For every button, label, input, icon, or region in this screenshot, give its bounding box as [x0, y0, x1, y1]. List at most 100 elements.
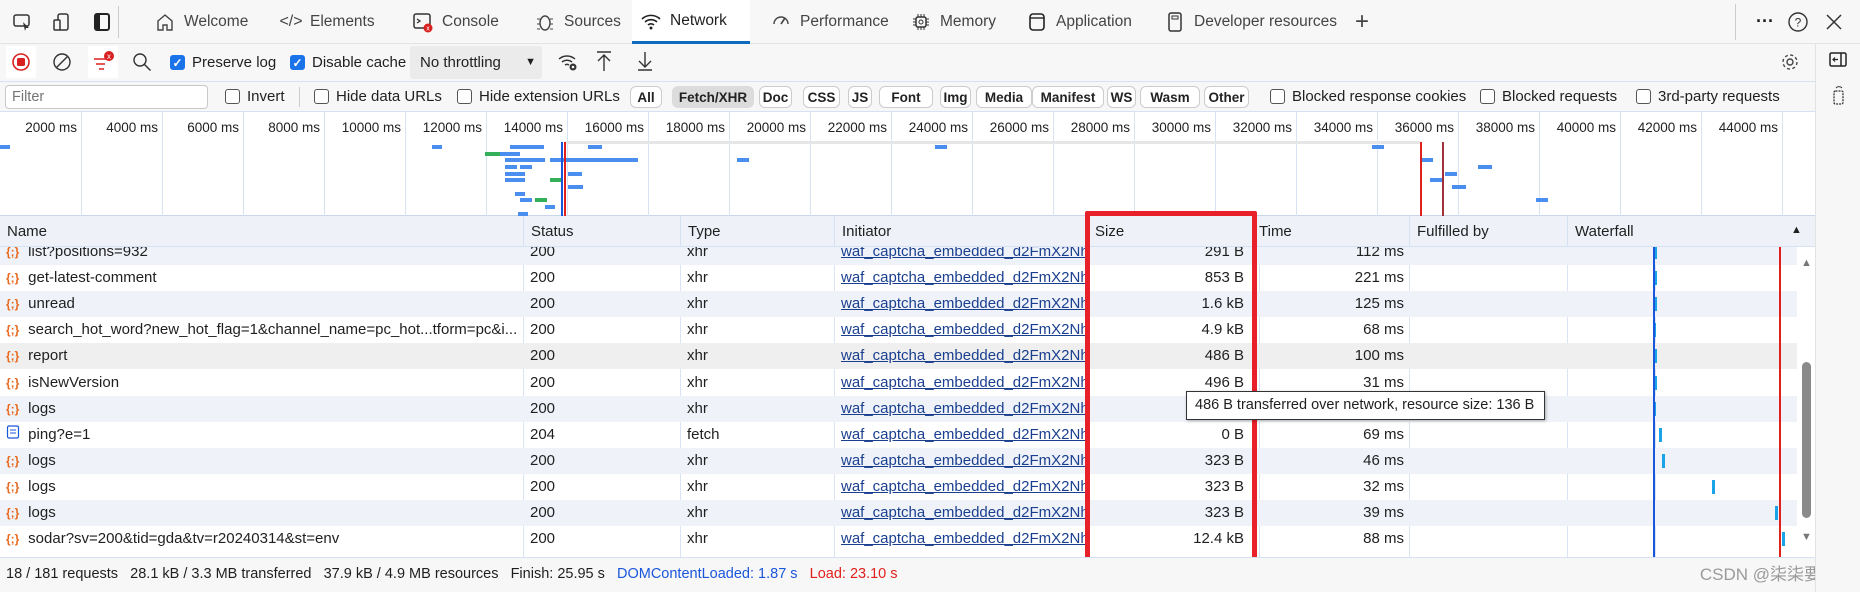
search-icon[interactable] [131, 51, 153, 73]
filter-clear-icon[interactable]: x [88, 46, 118, 78]
request-name-cell[interactable]: {;} sodar?sv=200&tid=gda&tv=r20240314&st… [6, 526, 518, 552]
checkbox-icon[interactable] [314, 89, 329, 104]
inspect-element-icon[interactable] [11, 11, 33, 33]
column-header-status[interactable]: Status [523, 216, 680, 247]
disable-cache-checkbox[interactable]: ✓ Disable cache [290, 54, 406, 71]
checkbox-icon[interactable] [1636, 89, 1651, 104]
export-har-icon[interactable] [634, 50, 656, 72]
network-conditions-icon[interactable] [557, 51, 579, 73]
close-icon[interactable] [1823, 11, 1845, 33]
blocked-requests-checkbox[interactable]: Blocked requests [1480, 88, 1617, 105]
initiator-link[interactable]: waf_captcha_embedded_d2FmX2Nh... [841, 526, 1085, 552]
request-name-cell[interactable]: {;} report [6, 343, 518, 369]
tab-memory[interactable]: Memory [900, 0, 1006, 44]
settings-gear-icon[interactable] [1779, 51, 1801, 73]
column-header-initiator[interactable]: Initiator [834, 216, 1087, 247]
table-row[interactable]: ping?e=1 204 fetch waf_captcha_embedded_d2F… [0, 422, 1797, 448]
checkbox-checked-icon[interactable]: ✓ [170, 55, 185, 70]
scroll-up-icon[interactable]: ▲ [1801, 257, 1812, 269]
import-har-icon[interactable] [593, 50, 615, 72]
request-name-cell[interactable]: {;} isNewVersion [6, 370, 518, 396]
sort-ascending-icon[interactable]: ▲ [1791, 224, 1802, 236]
table-row[interactable]: {;} sodar?sv=200&tid=gda&tv=r20240314&st… [0, 526, 1797, 552]
table-row[interactable]: {;} logs 200 xhr waf_captcha_embedded_d2FmX… [0, 500, 1797, 527]
add-tab-icon[interactable]: + [1351, 8, 1373, 35]
record-stop-icon[interactable] [6, 46, 36, 78]
column-header-name[interactable]: Name [0, 216, 523, 247]
scrollbar-thumb[interactable] [1802, 362, 1811, 518]
network-overview-timeline[interactable]: 2000 ms 4000 ms 6000 ms 8000 ms 10000 ms 1200… [0, 112, 1815, 236]
type-filter-doc[interactable]: Doc [759, 86, 792, 108]
device-rotate-icon[interactable] [1827, 84, 1849, 106]
initiator-link[interactable]: waf_captcha_embedded_d2FmX2Nh... [841, 396, 1085, 422]
type-filter-media[interactable]: Media [976, 86, 1032, 108]
checkbox-icon[interactable] [1270, 89, 1285, 104]
request-name-cell[interactable]: {;} logs [6, 474, 518, 500]
tab-performance[interactable]: Performance [760, 0, 899, 44]
request-name-cell[interactable]: {;} logs [6, 396, 518, 422]
tab-sources[interactable]: Sources [524, 0, 631, 44]
checkbox-icon[interactable] [225, 89, 240, 104]
column-header-type[interactable]: Type [680, 216, 834, 247]
request-name-cell[interactable]: {;} list?positions=932 [6, 247, 518, 265]
type-filter-font[interactable]: Font [879, 86, 933, 108]
invert-checkbox[interactable]: Invert [225, 88, 285, 105]
type-filter-img[interactable]: Img [940, 86, 971, 108]
blocked-response-cookies-checkbox[interactable]: Blocked response cookies [1270, 88, 1466, 105]
type-filter-wasm[interactable]: Wasm [1140, 86, 1200, 108]
throttling-select[interactable]: No throttling ▼ [410, 46, 542, 79]
initiator-link[interactable]: waf_captcha_embedded_d2FmX2Nh... [841, 370, 1085, 396]
request-name-cell[interactable]: {;} logs [6, 448, 518, 474]
table-row[interactable]: {;} get-latest-comment 200 xhr waf_captcha_… [0, 265, 1797, 291]
hide-extension-urls-checkbox[interactable]: Hide extension URLs [457, 88, 620, 105]
initiator-link[interactable]: waf_captcha_embedded_d2FmX2Nh... [841, 500, 1085, 526]
column-header-waterfall[interactable]: Waterfall [1567, 216, 1815, 247]
hide-data-urls-checkbox[interactable]: Hide data URLs [314, 88, 442, 105]
tab-developer-resources[interactable]: Developer resources [1154, 0, 1347, 44]
toggle-drawer-icon[interactable] [91, 11, 113, 33]
clear-icon[interactable] [51, 51, 73, 73]
vertical-scrollbar[interactable]: ▲ ▼ [1797, 247, 1815, 557]
type-filter-manifest[interactable]: Manifest [1032, 86, 1104, 108]
table-row[interactable]: {;} unread 200 xhr waf_captcha_embedded_d2F… [0, 291, 1797, 318]
initiator-link[interactable]: waf_captcha_embedded_d2FmX2Nh... [841, 474, 1085, 500]
scroll-down-icon[interactable]: ▼ [1801, 531, 1812, 543]
table-row[interactable]: {;} search_hot_word?new_hot_flag=1&chann… [0, 317, 1797, 343]
request-name-cell[interactable]: {;} search_hot_word?new_hot_flag=1&chann… [6, 317, 518, 343]
initiator-link[interactable]: waf_captcha_embedded_d2FmX2Nh... [841, 317, 1085, 343]
initiator-link[interactable]: waf_captcha_embedded_d2FmX2Nh... [841, 343, 1085, 369]
checkbox-checked-icon[interactable]: ✓ [290, 55, 305, 70]
type-filter-other[interactable]: Other [1204, 86, 1249, 108]
tab-application[interactable]: Application [1016, 0, 1142, 44]
tab-network[interactable]: Network [632, 0, 750, 44]
checkbox-icon[interactable] [457, 89, 472, 104]
filter-input[interactable] [5, 85, 208, 109]
type-filter-fetchxhr[interactable]: Fetch/XHR [672, 86, 754, 108]
initiator-link[interactable]: waf_captcha_embedded_d2FmX2Nh... [841, 422, 1085, 448]
column-header-fulfilled-by[interactable]: Fulfilled by [1409, 216, 1567, 247]
initiator-link[interactable]: waf_captcha_embedded_d2FmX2Nh... [841, 291, 1085, 317]
type-filter-all[interactable]: All [630, 86, 662, 108]
tab-welcome[interactable]: Welcome [144, 0, 258, 44]
help-icon[interactable]: ? [1787, 11, 1809, 33]
preserve-log-checkbox[interactable]: ✓ Preserve log [170, 54, 276, 71]
checkbox-icon[interactable] [1480, 89, 1495, 104]
request-name-cell[interactable]: ping?e=1 [6, 422, 518, 448]
type-filter-ws[interactable]: WS [1107, 86, 1136, 108]
device-emulation-icon[interactable] [51, 11, 73, 33]
third-party-requests-checkbox[interactable]: 3rd-party requests [1636, 88, 1780, 105]
initiator-link[interactable]: waf_captcha_embedded_d2FmX2Nh... [841, 265, 1085, 291]
table-row[interactable]: {;} report 200 xhr waf_captcha_embedded_d2F… [0, 343, 1797, 370]
table-row[interactable]: {;} logs 200 xhr waf_captcha_embedded_d2FmX… [0, 474, 1797, 500]
tab-console[interactable]: x Console [402, 0, 509, 44]
type-filter-js[interactable]: JS [848, 86, 872, 108]
column-header-time[interactable]: Time [1259, 216, 1409, 247]
table-row[interactable]: {;} list?positions=932 200 xhr waf_captcha_… [0, 247, 1797, 266]
tab-elements[interactable]: </> Elements [270, 0, 385, 44]
request-name-cell[interactable]: {;} get-latest-comment [6, 265, 518, 291]
type-filter-css[interactable]: CSS [803, 86, 840, 108]
table-row[interactable]: {;} logs 200 xhr waf_captcha_embedded_d2FmX… [0, 447, 1797, 474]
dock-side-icon[interactable] [1827, 49, 1849, 71]
request-name-cell[interactable]: {;} unread [6, 291, 518, 317]
initiator-link[interactable]: waf_captcha_embedded_d2FmX2Nh... [841, 448, 1085, 474]
